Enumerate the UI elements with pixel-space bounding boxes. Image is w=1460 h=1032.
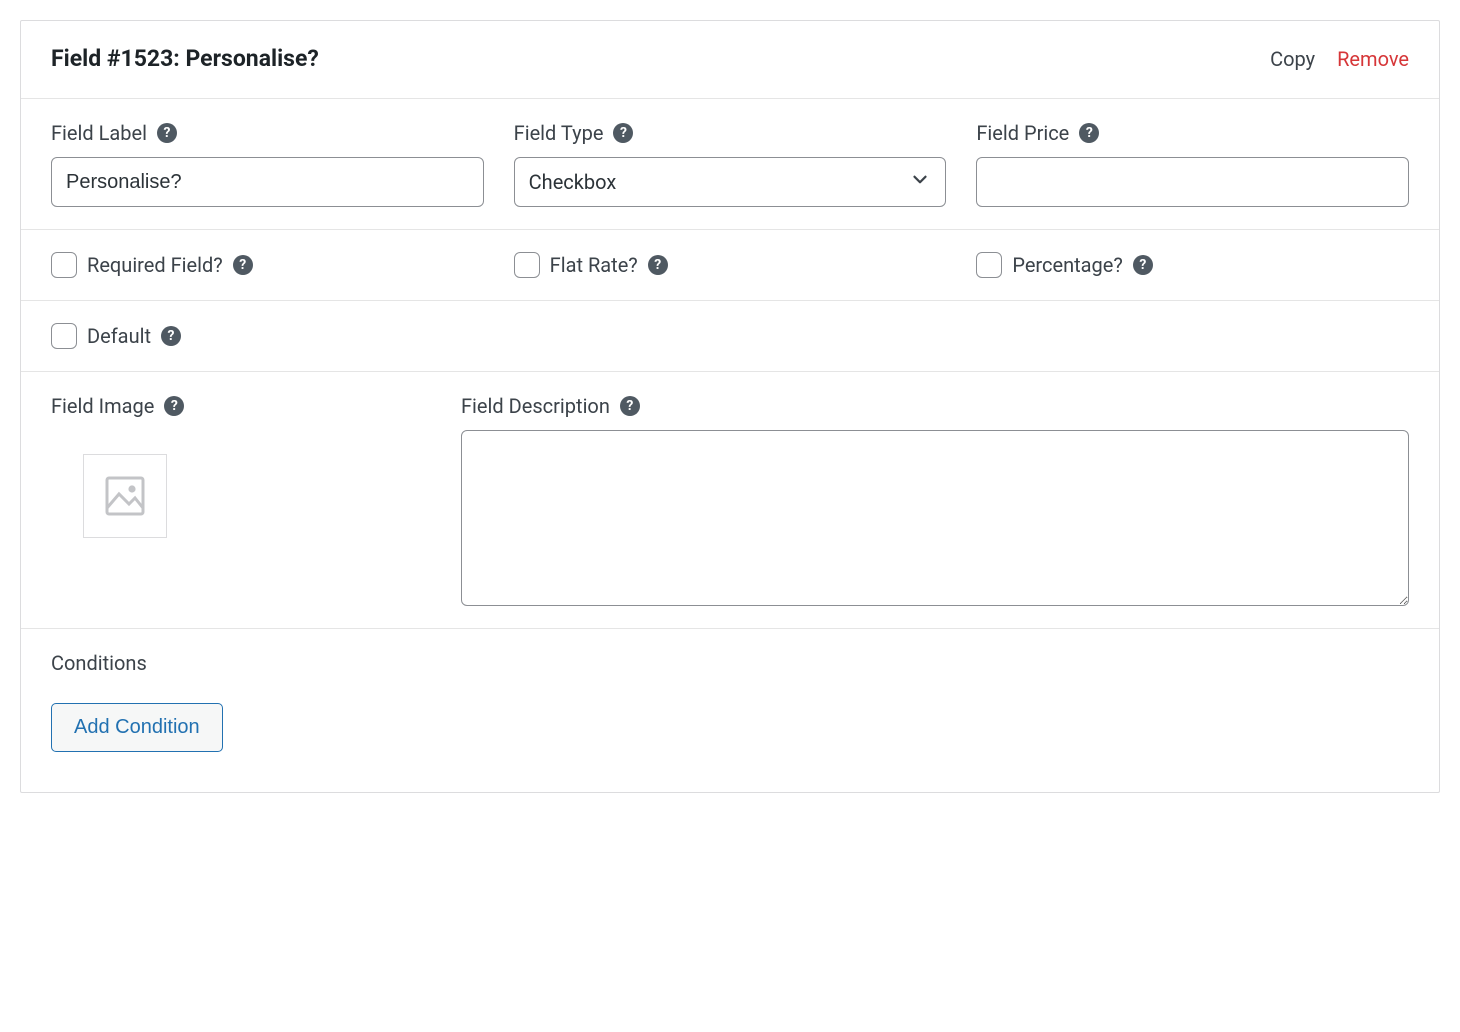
field-label-block: Field Label ? [51,121,484,207]
image-icon [101,472,149,520]
help-icon[interactable]: ? [620,396,640,416]
percentage-row: Percentage? ? [976,252,1409,278]
image-placeholder[interactable] [83,454,167,538]
field-type-block: Field Type ? Checkbox [514,121,947,207]
help-icon[interactable]: ? [164,396,184,416]
field-description-textarea[interactable] [461,430,1409,606]
remove-link[interactable]: Remove [1337,47,1409,71]
field-description-block: Field Description ? [461,394,1409,606]
flat-rate-row: Flat Rate? ? [514,252,947,278]
panel-title: Field #1523: Personalise? [51,45,319,72]
field-basic-row: Field Label ? Field Type ? Checkbox Fiel… [21,99,1439,229]
field-type-caption: Field Type [514,121,604,145]
image-description-row: Field Image ? Field Description ? [21,372,1439,628]
add-condition-button[interactable]: Add Condition [51,703,223,752]
panel-header: Field #1523: Personalise? Copy Remove [21,21,1439,98]
help-icon[interactable]: ? [1133,255,1153,275]
field-type-value: Checkbox [529,170,617,194]
field-price-caption: Field Price [976,121,1069,145]
flags-row: Required Field? ? Flat Rate? ? Percentag… [21,230,1439,300]
help-icon[interactable]: ? [648,255,668,275]
help-icon[interactable]: ? [157,123,177,143]
percentage-checkbox[interactable] [976,252,1002,278]
flat-rate-checkbox[interactable] [514,252,540,278]
help-icon[interactable]: ? [1079,123,1099,143]
help-icon[interactable]: ? [161,326,181,346]
field-label-caption: Field Label [51,121,147,145]
flat-rate-label: Flat Rate? [550,253,638,277]
field-image-caption: Field Image [51,394,154,418]
help-icon[interactable]: ? [613,123,633,143]
field-description-caption: Field Description [461,394,610,418]
field-price-block: Field Price ? [976,121,1409,207]
help-icon[interactable]: ? [233,255,253,275]
required-label: Required Field? [87,253,223,277]
copy-link[interactable]: Copy [1270,47,1315,71]
required-checkbox[interactable] [51,252,77,278]
field-panel: Field #1523: Personalise? Copy Remove Fi… [20,20,1440,793]
percentage-label: Percentage? [1012,253,1123,277]
conditions-section: Conditions Add Condition [21,629,1439,792]
default-checkbox[interactable] [51,323,77,349]
required-field-row: Required Field? ? [51,252,484,278]
default-row: Default ? [21,301,1439,371]
field-label-input[interactable] [51,157,484,207]
field-image-block: Field Image ? [51,394,431,538]
chevron-down-icon [909,169,931,196]
default-label: Default [87,324,151,348]
conditions-caption: Conditions [51,651,1409,675]
panel-actions: Copy Remove [1270,47,1409,71]
field-price-input[interactable] [976,157,1409,207]
field-type-select[interactable]: Checkbox [514,157,947,207]
